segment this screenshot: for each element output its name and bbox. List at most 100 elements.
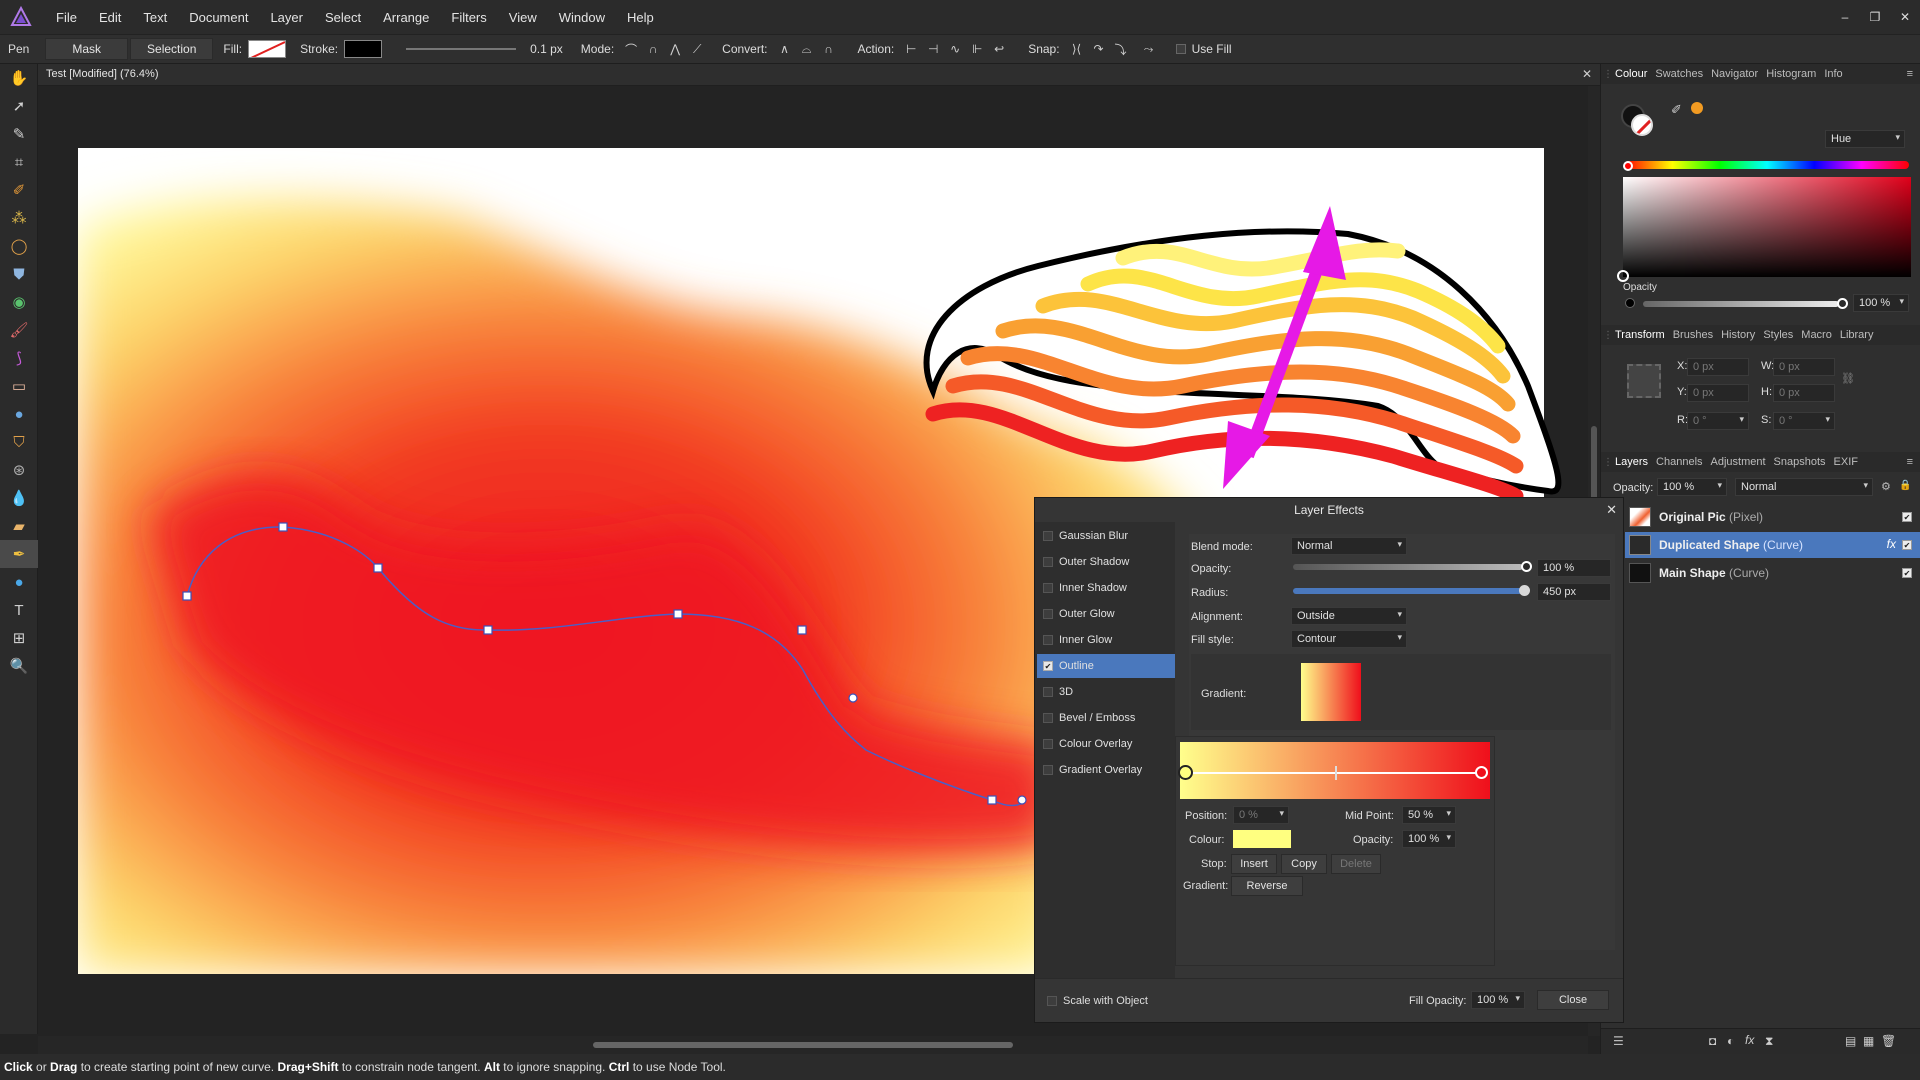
close-curve-icon[interactable]: ⊣ (922, 39, 944, 59)
effect-item[interactable]: Colour Overlay (1037, 732, 1175, 756)
delete-stop-button[interactable]: Delete (1331, 854, 1381, 874)
join-curves-icon[interactable]: ⊩ (966, 39, 988, 59)
close-dialog-button[interactable]: Close (1537, 990, 1609, 1010)
menu-layer[interactable]: Layer (270, 10, 325, 25)
reverse-gradient-button[interactable]: Reverse (1231, 876, 1303, 896)
curve-node[interactable] (373, 563, 383, 573)
colour-mode-dropdown[interactable]: Hue (1825, 130, 1905, 148)
erase-brush-icon[interactable]: ▭ (0, 372, 38, 400)
recent-colour-dot[interactable] (1691, 102, 1703, 114)
stop-opacity-field[interactable]: 100 % (1402, 830, 1456, 848)
tab-colour[interactable]: Colour (1615, 68, 1655, 80)
effect-checkbox[interactable] (1043, 557, 1053, 567)
use-fill-checkbox[interactable] (1175, 44, 1186, 54)
color-replace-brush-icon[interactable]: ⟆ (0, 344, 38, 372)
break-curve-icon[interactable]: ⊢ (900, 39, 922, 59)
tab-styles[interactable]: Styles (1763, 329, 1801, 341)
tab-adjustment[interactable]: Adjustment (1711, 456, 1774, 468)
layer-row-main-shape[interactable]: Main Shape (Curve) ✔ (1625, 560, 1920, 586)
dodge-brush-icon[interactable]: ● (0, 400, 38, 428)
effect-item[interactable]: Bevel / Emboss (1037, 706, 1175, 730)
copy-stop-button[interactable]: Copy (1281, 854, 1327, 874)
flood-fill-icon[interactable]: ⛊ (0, 260, 38, 288)
sv-picker-handle[interactable] (1617, 270, 1629, 282)
paint-brush-icon[interactable]: 🖌 (0, 316, 38, 344)
snap-angle-icon[interactable]: ⤵ (1110, 39, 1132, 59)
minimize-button[interactable]: – (1830, 10, 1860, 24)
layer-opacity-field[interactable]: 100 % (1657, 478, 1727, 496)
tab-histogram[interactable]: Histogram (1766, 68, 1824, 80)
gradient-tool-icon[interactable]: ◉ (0, 288, 38, 316)
tab-history[interactable]: History (1721, 329, 1763, 341)
tab-swatches[interactable]: Swatches (1655, 68, 1711, 80)
mask-button[interactable]: Mask (45, 38, 129, 60)
add-group-icon[interactable]: ▤ (1845, 1034, 1856, 1048)
tab-layers[interactable]: Layers (1615, 456, 1656, 468)
hue-slider[interactable] (1625, 161, 1909, 169)
menu-help[interactable]: Help (627, 10, 676, 25)
alignment-dropdown[interactable]: Outside (1291, 607, 1407, 625)
effect-checkbox[interactable] (1043, 687, 1053, 697)
effect-checkbox[interactable]: ✔ (1043, 661, 1053, 671)
shear-field[interactable]: 0 ° (1773, 412, 1835, 430)
layer-stack-icon[interactable]: ☰ (1613, 1034, 1624, 1048)
pen-mode-icon[interactable]: ⌒ (620, 39, 642, 59)
opacity-slider[interactable] (1643, 301, 1839, 307)
pen-tool-icon[interactable]: ✒ (0, 540, 38, 568)
tab-info[interactable]: Info (1824, 68, 1850, 80)
adjustment-layer-icon[interactable]: ◐ (1727, 1034, 1734, 1048)
fx-opacity-slider-handle[interactable] (1521, 561, 1532, 572)
layer-fx-badge-icon[interactable]: fx (1887, 537, 1896, 551)
fx-opacity-slider[interactable] (1293, 564, 1523, 570)
x-field[interactable]: 0 px (1687, 358, 1749, 376)
crop-tool-icon[interactable]: ⌗ (0, 148, 38, 176)
close-window-button[interactable]: ✕ (1890, 10, 1920, 24)
stop-colour-swatch[interactable] (1233, 830, 1291, 848)
curve-node[interactable] (182, 591, 192, 601)
blend-mode-dropdown[interactable]: Normal (1291, 537, 1407, 555)
anchor-selector[interactable] (1627, 364, 1661, 398)
rubber-band-icon[interactable]: ⤳ (1138, 39, 1160, 59)
eyedropper-icon[interactable]: ✐ (1671, 102, 1682, 118)
curve-node[interactable] (278, 522, 288, 532)
stroke-width-slider[interactable] (406, 48, 517, 50)
stroke-swatch[interactable] (344, 40, 383, 58)
layer-blend-dropdown[interactable]: Normal (1735, 478, 1873, 496)
convert-smart-icon[interactable]: ∩ (818, 39, 840, 59)
opacity-slider-handle[interactable] (1837, 298, 1848, 309)
convert-smooth-icon[interactable]: ⌓ (796, 39, 818, 59)
tab-navigator[interactable]: Navigator (1711, 68, 1766, 80)
effect-checkbox[interactable] (1043, 531, 1053, 541)
tab-channels[interactable]: Channels (1656, 456, 1710, 468)
line-mode-icon[interactable]: ⟋ (686, 39, 708, 59)
menu-filters[interactable]: Filters (451, 10, 508, 25)
panel-menu-icon[interactable]: ≡ (1907, 68, 1913, 80)
gradient-stop-start[interactable] (1178, 765, 1193, 780)
polygon-mode-icon[interactable]: ⋀ (664, 39, 686, 59)
w-field[interactable]: 0 px (1773, 358, 1835, 376)
menu-file[interactable]: File (56, 10, 99, 25)
shape-tool-icon[interactable]: ● (0, 568, 38, 596)
lock-icon[interactable]: 🔒 (1899, 480, 1911, 491)
fx-opacity-field[interactable]: 100 % (1537, 559, 1611, 577)
grip-icon[interactable]: ⋮ (1601, 69, 1615, 80)
effect-item[interactable]: Inner Glow (1037, 628, 1175, 652)
fill-style-dropdown[interactable]: Contour (1291, 630, 1407, 648)
close-document-icon[interactable]: ✕ (1582, 67, 1592, 81)
snap-tangent-icon[interactable]: ↷ (1088, 39, 1110, 59)
layer-visibility-checkbox[interactable]: ✔ (1902, 512, 1912, 522)
effect-item[interactable]: Inner Shadow (1037, 576, 1175, 600)
gradient-swatch[interactable] (1301, 663, 1361, 721)
freehand-select-icon[interactable]: ◯ (0, 232, 38, 260)
smooth-curve-icon[interactable]: ∿ (944, 39, 966, 59)
curve-node[interactable] (1017, 795, 1027, 805)
menu-select[interactable]: Select (325, 10, 383, 25)
colour-opacity-field[interactable]: 100 % (1853, 294, 1909, 312)
effect-checkbox[interactable] (1043, 635, 1053, 645)
convert-sharp-icon[interactable]: ∧ (774, 39, 796, 59)
midpoint-field[interactable]: 50 % (1402, 806, 1456, 824)
position-field[interactable]: 0 % (1233, 806, 1289, 824)
hue-slider-handle[interactable] (1623, 161, 1633, 171)
menu-view[interactable]: View (509, 10, 559, 25)
gradient-stop-end[interactable] (1475, 766, 1488, 779)
